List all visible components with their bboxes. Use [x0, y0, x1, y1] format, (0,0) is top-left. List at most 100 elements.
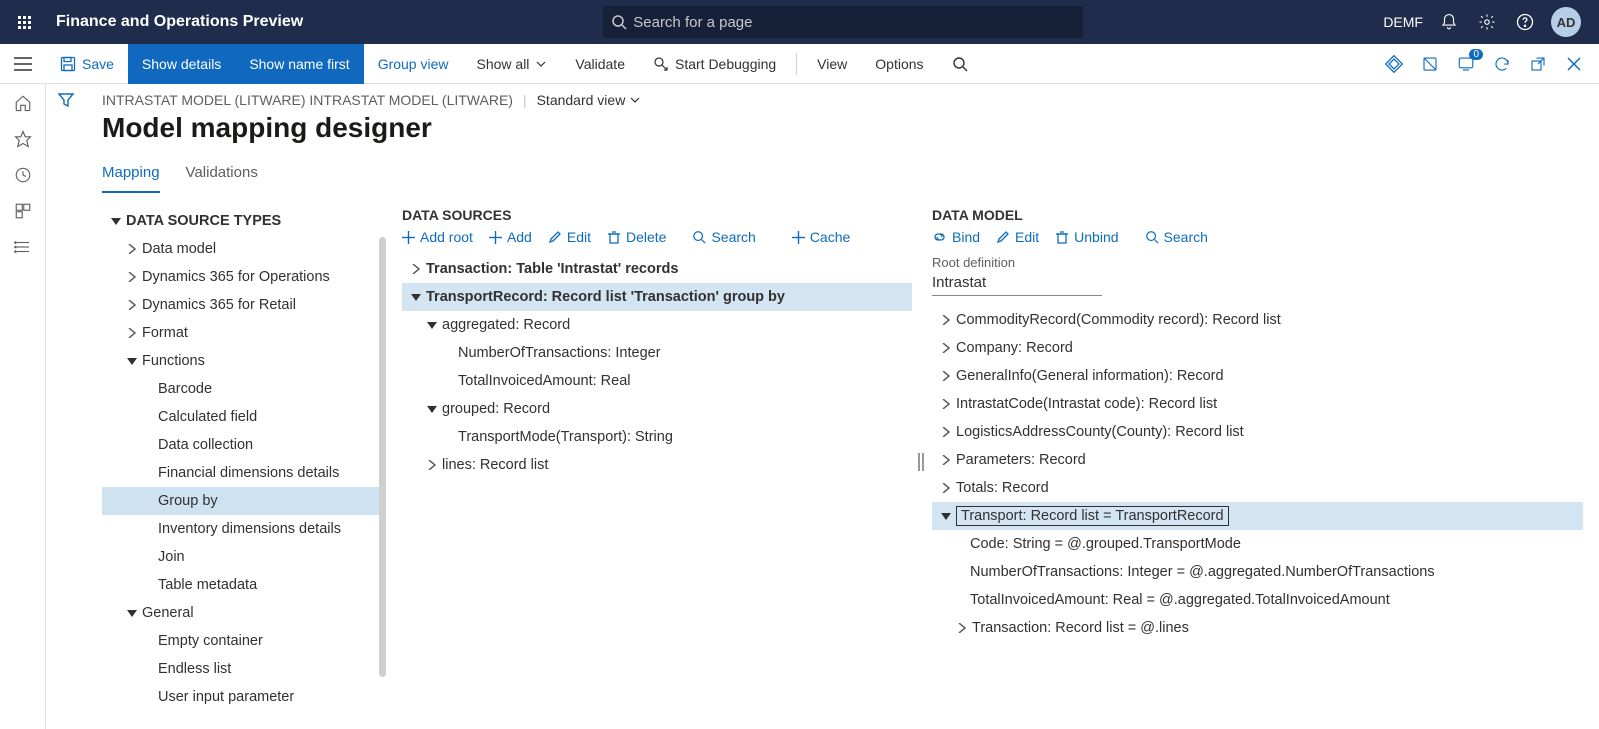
datamodel-panel: DATA MODEL Bind Edit Unbind Search Root …: [932, 207, 1583, 711]
view-selector[interactable]: Standard view: [537, 92, 642, 108]
start-debugging-button[interactable]: Start Debugging: [639, 44, 790, 84]
root-definition-value[interactable]: Intrastat: [932, 270, 1102, 296]
show-details-button[interactable]: Show details: [128, 44, 235, 84]
tab-mapping[interactable]: Mapping: [102, 164, 160, 193]
options-menu[interactable]: Options: [861, 44, 937, 84]
recent-icon[interactable]: [12, 164, 34, 186]
group-view-button[interactable]: Group view: [364, 44, 463, 84]
main-area: INTRASTAT MODEL (LITWARE) INTRASTAT MODE…: [0, 84, 1599, 729]
tree-item[interactable]: Parameters: Record: [932, 446, 1583, 474]
home-icon[interactable]: [12, 92, 34, 114]
avatar[interactable]: AD: [1551, 7, 1581, 37]
tree-item[interactable]: IntrastatCode(Intrastat code): Record li…: [932, 390, 1583, 418]
tree-item[interactable]: TotalInvoicedAmount: Real = @.aggregated…: [932, 586, 1583, 614]
dstypes-header[interactable]: DATA SOURCE TYPES: [102, 207, 382, 235]
tree-item[interactable]: CommodityRecord(Commodity record): Recor…: [932, 306, 1583, 334]
star-icon[interactable]: [12, 128, 34, 150]
tree-item[interactable]: TotalInvoicedAmount: Real: [402, 367, 912, 395]
chevron-down-icon: [535, 58, 547, 70]
ds-toolbar: Add root Add Edit Delete Search Cache: [402, 229, 912, 245]
find-button[interactable]: [938, 44, 982, 84]
search-placeholder: Search for a page: [633, 14, 752, 31]
dm-header: DATA MODEL: [932, 207, 1583, 223]
tree-item[interactable]: Barcode: [102, 375, 382, 403]
tree-item[interactable]: Table metadata: [102, 571, 382, 599]
show-all-dropdown[interactable]: Show all: [463, 44, 562, 84]
validate-button[interactable]: Validate: [561, 44, 639, 84]
bind-button[interactable]: Bind: [932, 229, 980, 245]
tree-item[interactable]: Dynamics 365 for Operations: [102, 263, 382, 291]
tree-item[interactable]: Endless list: [102, 655, 382, 683]
tree-item[interactable]: Transaction: Table 'Intrastat' records: [402, 255, 912, 283]
company-label[interactable]: DEMF: [1383, 14, 1423, 30]
tree-item[interactable]: Join: [102, 543, 382, 571]
workspaces-icon[interactable]: [12, 200, 34, 222]
pencil-icon: [548, 230, 562, 244]
tree-item[interactable]: Totals: Record: [932, 474, 1583, 502]
help-icon[interactable]: [1513, 10, 1537, 34]
left-rail: [0, 84, 46, 729]
tree-item[interactable]: grouped: Record: [402, 395, 912, 423]
tree-item[interactable]: lines: Record list: [402, 451, 912, 479]
tree-item-selected[interactable]: Group by: [102, 487, 382, 515]
add-button[interactable]: Add: [489, 229, 532, 245]
filter-icon[interactable]: [58, 92, 74, 111]
tree-item[interactable]: Dynamics 365 for Retail: [102, 291, 382, 319]
refresh-icon[interactable]: [1491, 53, 1513, 75]
unbind-button[interactable]: Unbind: [1055, 229, 1118, 245]
tree-item[interactable]: Data collection: [102, 431, 382, 459]
global-search[interactable]: Search for a page: [603, 6, 1083, 38]
cache-button[interactable]: Cache: [792, 229, 850, 245]
root-definition-label: Root definition: [932, 255, 1583, 270]
tree-item[interactable]: aggregated: Record: [402, 311, 912, 339]
tree-item[interactable]: Transaction: Record list = @.lines: [932, 614, 1583, 642]
tree-item[interactable]: GeneralInfo(General information): Record: [932, 362, 1583, 390]
tree-item[interactable]: Format: [102, 319, 382, 347]
tree-item[interactable]: Financial dimensions details: [102, 459, 382, 487]
tree-item-selected[interactable]: Transport: Record list = TransportRecord: [932, 502, 1583, 530]
tree-item[interactable]: NumberOfTransactions: Integer: [402, 339, 912, 367]
tree-item[interactable]: Company: Record: [932, 334, 1583, 362]
tree-item[interactable]: Functions: [102, 347, 382, 375]
delete-button[interactable]: Delete: [607, 229, 666, 245]
tree-item[interactable]: Empty container: [102, 627, 382, 655]
tree-item[interactable]: Data model: [102, 235, 382, 263]
notifications-icon[interactable]: [1437, 10, 1461, 34]
modules-icon[interactable]: [12, 236, 34, 258]
chevron-down-icon: [629, 94, 641, 106]
edit-button[interactable]: Edit: [548, 229, 591, 245]
office-icon[interactable]: [1419, 53, 1441, 75]
search-button[interactable]: Search: [1145, 229, 1208, 245]
tree-item[interactable]: Calculated field: [102, 403, 382, 431]
tree-item-selected[interactable]: TransportRecord: Record list 'Transactio…: [402, 283, 912, 311]
edit-button[interactable]: Edit: [996, 229, 1039, 245]
tree-item[interactable]: NumberOfTransactions: Integer = @.aggreg…: [932, 558, 1583, 586]
messages-badge: 0: [1469, 49, 1483, 60]
search-button[interactable]: Search: [692, 229, 755, 245]
datasources-panel: DATA SOURCES Add root Add Edit Delete Se…: [402, 207, 912, 711]
page-title: Model mapping designer: [102, 112, 1583, 144]
close-icon[interactable]: [1563, 53, 1585, 75]
popout-icon[interactable]: [1527, 53, 1549, 75]
tree-item[interactable]: User input parameter: [102, 683, 382, 711]
messages-icon[interactable]: 0: [1455, 53, 1477, 75]
splitter-handle[interactable]: [918, 453, 924, 471]
tree-item[interactable]: LogisticsAddressCounty(County): Record l…: [932, 418, 1583, 446]
attach-icon[interactable]: [1383, 53, 1405, 75]
nav-toggle-icon[interactable]: [0, 44, 46, 84]
tree-item[interactable]: Code: String = @.grouped.TransportMode: [932, 530, 1583, 558]
app-launcher-icon[interactable]: [8, 6, 40, 38]
show-name-first-button[interactable]: Show name first: [235, 44, 363, 84]
ds-header: DATA SOURCES: [402, 207, 912, 223]
tab-validations[interactable]: Validations: [186, 164, 258, 193]
scrollbar[interactable]: [379, 237, 386, 677]
trash-icon: [607, 230, 621, 244]
save-button[interactable]: Save: [46, 44, 128, 84]
gear-icon[interactable]: [1475, 10, 1499, 34]
view-menu[interactable]: View: [803, 44, 861, 84]
tree-item[interactable]: General: [102, 599, 382, 627]
add-root-button[interactable]: Add root: [402, 229, 473, 245]
plus-icon: [792, 231, 805, 244]
tree-item[interactable]: TransportMode(Transport): String: [402, 423, 912, 451]
tree-item[interactable]: Inventory dimensions details: [102, 515, 382, 543]
